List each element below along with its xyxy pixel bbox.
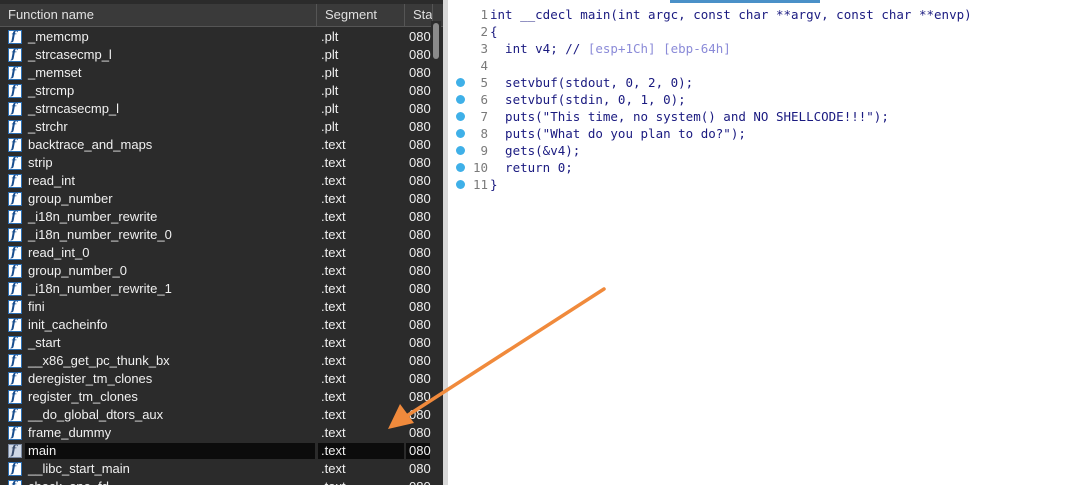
arrow-shaft: [400, 287, 606, 421]
annotation-arrow-icon: [388, 287, 606, 429]
arrow-head: [388, 404, 414, 429]
